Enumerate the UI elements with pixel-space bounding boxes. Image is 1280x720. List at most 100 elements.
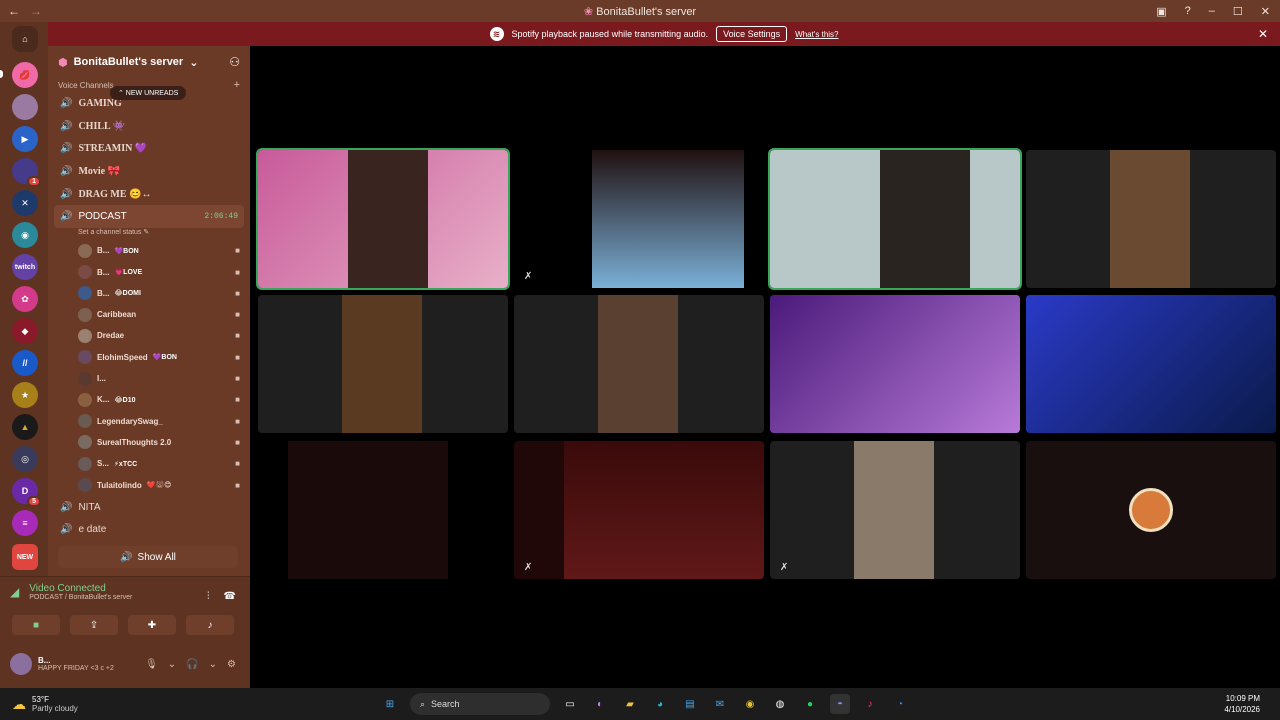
channel-name: e date	[78, 524, 107, 536]
close-banner-icon[interactable]: ✕	[1258, 27, 1268, 41]
system-clock[interactable]: 10:09 PM 4/10/2026	[1224, 693, 1260, 715]
server-icon-twitch[interactable]: twitch	[12, 254, 38, 280]
channel-status-setter[interactable]: Set a channel status ✎	[48, 228, 250, 240]
new-unreads-pill[interactable]: ⌃ NEW UNREADS	[110, 86, 187, 100]
whats-this-link[interactable]: What's this?	[795, 30, 838, 39]
voice-member[interactable]: B... 💗LOVE ■	[48, 261, 250, 282]
voice-member[interactable]: TulaitoIindo ❤️🐻😊 ■	[48, 474, 250, 495]
voice-member[interactable]: SurealThoughts 2.0 ■	[48, 432, 250, 453]
window-titlebar: ← → ❀ BonitaBullet's server ▣ ? – ☐ ✕	[0, 0, 1280, 22]
voice-member[interactable]: K... 😂D10 ■	[48, 389, 250, 410]
chevron-down-icon[interactable]: ⌄	[209, 659, 217, 670]
forward-button[interactable]: →	[30, 4, 42, 18]
channel-streamin[interactable]: 🔊 STREAMIN 💜	[48, 137, 250, 160]
chrome-icon[interactable]: ◉	[740, 694, 760, 714]
voice-member[interactable]: ElohimSpeed 💜BON ■	[48, 347, 250, 368]
close-window-button[interactable]: ✕	[1261, 5, 1270, 18]
channel-chill[interactable]: 🔊 CHILL 👾	[48, 115, 250, 138]
show-all-button[interactable]: 🔊 Show All	[58, 546, 238, 568]
app-blue-icon[interactable]: ◔	[890, 694, 910, 714]
spotify-icon[interactable]: ●	[800, 694, 820, 714]
video-tile[interactable]	[770, 295, 1020, 433]
server-header[interactable]: ⬢ BonitaBullet's server ⌄ ⚇	[48, 46, 250, 78]
channel-e-date[interactable]: 🔊 e date	[48, 518, 250, 541]
video-tile[interactable]	[768, 148, 1022, 290]
github-icon[interactable]: ◍	[770, 694, 790, 714]
screen-share-button[interactable]: ⇪	[70, 615, 118, 635]
minimize-button[interactable]: –	[1209, 5, 1215, 17]
mic-icon[interactable]: 🎙	[145, 659, 158, 670]
camera-button[interactable]: ■	[12, 615, 60, 635]
server-icon-purple[interactable]: D5	[12, 478, 41, 507]
file-explorer-icon[interactable]: ▰	[620, 694, 640, 714]
weather-widget[interactable]: ☁ 53°F Partly cloudy	[12, 695, 78, 713]
noise-suppression-icon[interactable]: ⫶	[207, 591, 210, 602]
channel-podcast[interactable]: 🔊 PODCAST 2:06:49	[54, 205, 244, 229]
voice-member[interactable]: Caribbean ■	[48, 304, 250, 325]
voice-member[interactable]: S... ⚡xTCC ■	[48, 453, 250, 474]
discord-icon[interactable]: ◓	[830, 694, 850, 714]
task-view-icon[interactable]: ▭	[560, 694, 580, 714]
video-tile[interactable]	[258, 295, 508, 433]
disconnect-icon[interactable]: ☎	[224, 591, 236, 602]
taskbar-search[interactable]: ⌕ Search	[410, 693, 550, 715]
tiktok-icon[interactable]: ♪	[860, 694, 880, 714]
edge-icon[interactable]: ◕	[650, 694, 670, 714]
video-tile[interactable]	[514, 295, 764, 433]
voice-member[interactable]: I... ■	[48, 368, 250, 389]
settings-gear-icon[interactable]: ⚙	[227, 659, 236, 670]
video-tile[interactable]	[1026, 295, 1276, 433]
server-icon-gold[interactable]: ★	[12, 382, 38, 408]
discord-home-icon[interactable]: ⌂	[12, 26, 38, 52]
server-icon-avatar[interactable]	[12, 94, 38, 120]
video-connected-label[interactable]: Video Connected	[29, 583, 132, 594]
server-icon-x[interactable]: ✕	[12, 190, 38, 216]
voice-member[interactable]: Dredae ■	[48, 325, 250, 346]
voice-member[interactable]: B... 😂DOMI ■	[48, 283, 250, 304]
channel-nita[interactable]: 🔊 NITA	[48, 496, 250, 519]
windows-start-icon[interactable]: ⊞	[380, 694, 400, 714]
video-tile[interactable]	[1026, 441, 1276, 579]
voice-member[interactable]: LegendarySwag_ ■	[48, 411, 250, 432]
server-icon-game[interactable]: 1	[12, 158, 41, 187]
avatar	[78, 265, 92, 280]
avatar[interactable]	[10, 653, 32, 675]
soundboard-button[interactable]: ♪	[186, 615, 234, 635]
help-icon[interactable]: ?	[1185, 5, 1191, 17]
server-icon-dark[interactable]: ▲	[12, 414, 38, 440]
voice-member[interactable]: B... 💜BON ■	[48, 240, 250, 261]
maximize-button[interactable]: ☐	[1233, 5, 1243, 18]
video-tile[interactable]: ✗	[514, 441, 764, 579]
new-server-icon[interactable]: NEW	[12, 544, 38, 570]
activities-button[interactable]: ✚	[128, 615, 176, 635]
server-icon-slash[interactable]: //	[12, 350, 38, 376]
add-channel-icon[interactable]: +	[234, 79, 240, 91]
video-tile[interactable]: ✗	[770, 441, 1020, 579]
server-icon-pink[interactable]: ✿	[12, 286, 38, 312]
mail-icon[interactable]: ✉	[710, 694, 730, 714]
store-icon[interactable]: ▤	[680, 694, 700, 714]
chevron-down-icon[interactable]: ⌄	[168, 659, 176, 670]
video-tile[interactable]: ✗	[514, 150, 764, 288]
copilot-icon[interactable]: ◐	[590, 694, 610, 714]
channel-movie[interactable]: 🔊 Movie 🎀	[48, 160, 250, 183]
avatar	[78, 243, 92, 258]
video-tile[interactable]	[258, 441, 508, 579]
channel-name: PODCAST	[78, 211, 127, 223]
camera-icon: ■	[235, 352, 240, 362]
headphones-icon[interactable]: 🎧	[186, 659, 198, 670]
video-tile[interactable]	[1026, 150, 1276, 288]
inbox-icon[interactable]: ▣	[1156, 5, 1166, 18]
server-icon-globe[interactable]: ◉	[12, 222, 38, 248]
channel-drag-me[interactable]: 🔊 DRAG ME 😊↔	[48, 183, 250, 206]
server-icon-round[interactable]: ◎	[12, 446, 38, 472]
server-icon-blue[interactable]: ▶	[12, 126, 38, 152]
video-tile[interactable]	[256, 148, 510, 290]
add-member-icon[interactable]: ⚇	[229, 55, 240, 69]
back-button[interactable]: ←	[8, 4, 20, 18]
server-icon-red[interactable]: ◆	[12, 318, 38, 344]
server-icon-lips[interactable]: 💋	[12, 62, 38, 88]
voice-settings-button[interactable]: Voice Settings	[716, 26, 788, 42]
voice-location[interactable]: PODCAST / BonitaBullet's server	[29, 594, 132, 601]
server-icon-neon[interactable]: ≡	[12, 510, 38, 536]
